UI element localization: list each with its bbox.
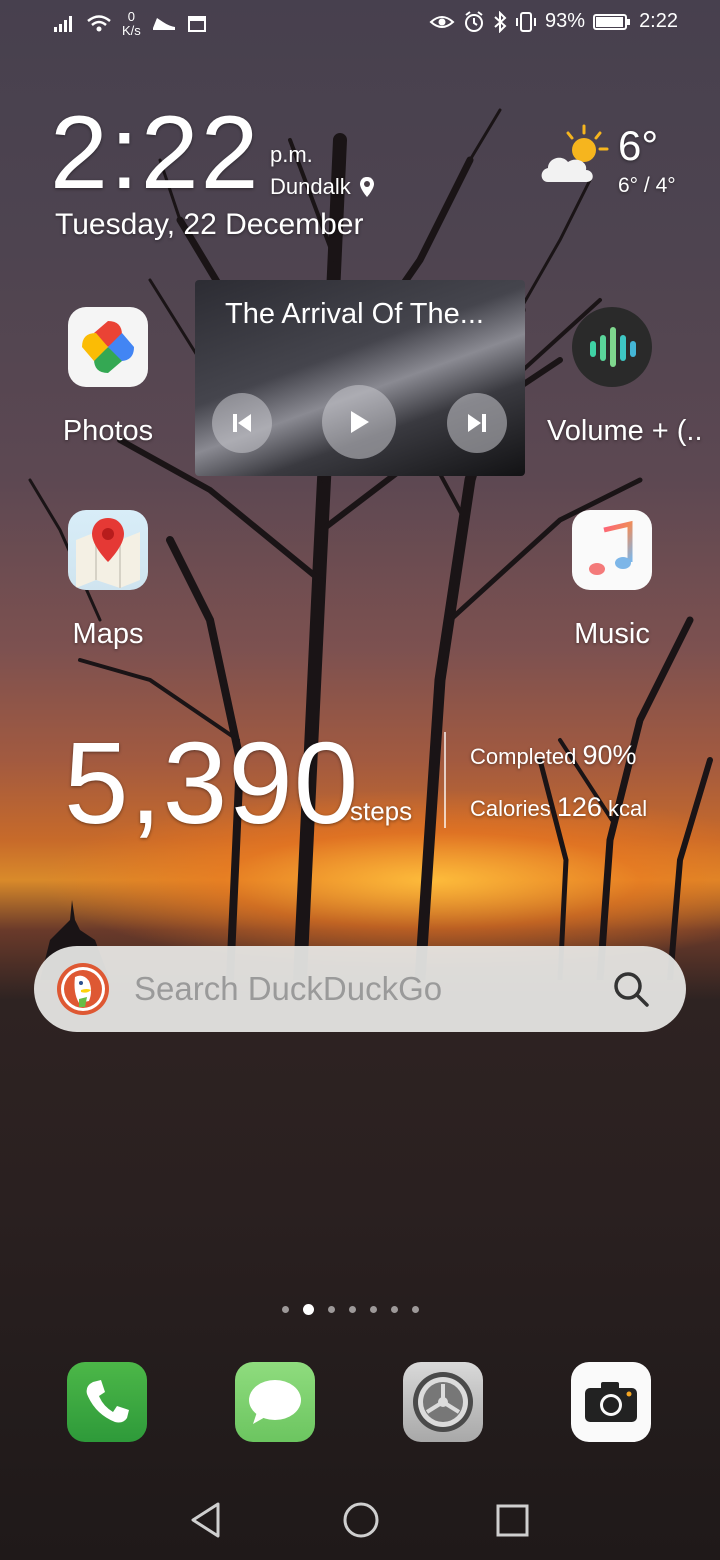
clock-time[interactable]: 2:22 [50, 98, 260, 208]
app-label: Maps [72, 618, 144, 650]
page-dot[interactable] [391, 1306, 398, 1313]
app-volume[interactable]: Volume + (.. [547, 307, 703, 448]
settings-app[interactable] [403, 1362, 483, 1442]
page-dot[interactable] [282, 1306, 289, 1313]
completed-stat: Completed 90% [470, 740, 637, 771]
weather-range: 6° / 4° [618, 174, 676, 197]
page-dot-active[interactable] [303, 1304, 314, 1315]
completed-value: 90% [582, 740, 637, 770]
status-time: 2:22 [639, 10, 678, 32]
clock-location: Dundalk [270, 174, 375, 200]
clock-ampm: p.m. [270, 142, 313, 167]
app-label: Music [574, 618, 650, 650]
volume-equalizer-icon [572, 307, 652, 387]
maps-icon [68, 510, 148, 590]
signal-icon [54, 16, 72, 32]
page-dot[interactable] [370, 1306, 377, 1313]
app-label: Volume + (.. [547, 415, 703, 447]
completed-label: Completed [470, 744, 577, 769]
messages-app[interactable] [235, 1362, 315, 1442]
play-button[interactable] [322, 385, 396, 459]
partly-cloudy-icon[interactable] [538, 124, 612, 188]
clock-date[interactable]: Tuesday, 22 December [55, 208, 363, 242]
music-title[interactable]: The Arrival Of The... [225, 298, 484, 331]
next-button[interactable] [447, 393, 507, 453]
music-widget[interactable]: The Arrival Of The... [195, 280, 525, 476]
phone-icon [86, 1380, 129, 1423]
weather-temperature[interactable]: 6° [618, 122, 658, 170]
bluetooth-icon [494, 10, 507, 33]
calories-stat: Calories 126 kcal [470, 792, 647, 823]
shoe-icon [152, 18, 175, 30]
calories-unit: kcal [608, 796, 648, 821]
play-icon [351, 411, 369, 433]
steps-unit: steps [350, 796, 413, 826]
battery-percent: 93% [545, 10, 586, 32]
home-button[interactable] [341, 1500, 381, 1540]
alarm-icon [465, 10, 484, 32]
app-maps[interactable]: Maps [43, 510, 173, 651]
settings-icon [413, 1372, 473, 1432]
search-bar[interactable]: Search DuckDuckGo [34, 946, 686, 1032]
wifi-icon [87, 15, 111, 32]
photos-icon [68, 307, 148, 387]
steps-divider [444, 732, 446, 828]
camera-app[interactable] [571, 1362, 651, 1442]
phone-app[interactable] [67, 1362, 147, 1442]
battery-icon [593, 13, 631, 30]
page-indicator[interactable] [282, 1304, 419, 1315]
page-dot[interactable] [412, 1306, 419, 1313]
messages-icon [249, 1380, 301, 1424]
location-pin-icon [359, 177, 374, 197]
location-label: Dundalk [270, 174, 351, 199]
back-button[interactable] [188, 1500, 224, 1540]
next-icon [468, 414, 486, 432]
app-music[interactable]: Music [547, 510, 677, 651]
search-icon[interactable] [612, 970, 650, 1008]
eye-icon [429, 15, 455, 28]
page-dot[interactable] [328, 1306, 335, 1313]
calories-value: 126 [556, 792, 602, 822]
calendar-icon [187, 16, 206, 32]
page-dot[interactable] [349, 1306, 356, 1313]
camera-icon [585, 1382, 637, 1422]
network-speed: 0 K/s [122, 9, 141, 38]
previous-button[interactable] [212, 393, 272, 453]
calories-label: Calories [470, 796, 551, 821]
status-bar: 0 K/s 93% 2:22 [0, 0, 720, 50]
duckduckgo-logo-icon [57, 963, 109, 1015]
recents-button[interactable] [495, 1500, 531, 1540]
app-photos[interactable]: Photos [43, 307, 173, 448]
steps-count[interactable]: 5,390 [64, 718, 359, 848]
search-placeholder[interactable]: Search DuckDuckGo [134, 970, 442, 1008]
previous-icon [233, 414, 251, 432]
vibrate-icon [516, 11, 537, 32]
app-label: Photos [62, 415, 154, 447]
music-note-icon [572, 510, 652, 590]
